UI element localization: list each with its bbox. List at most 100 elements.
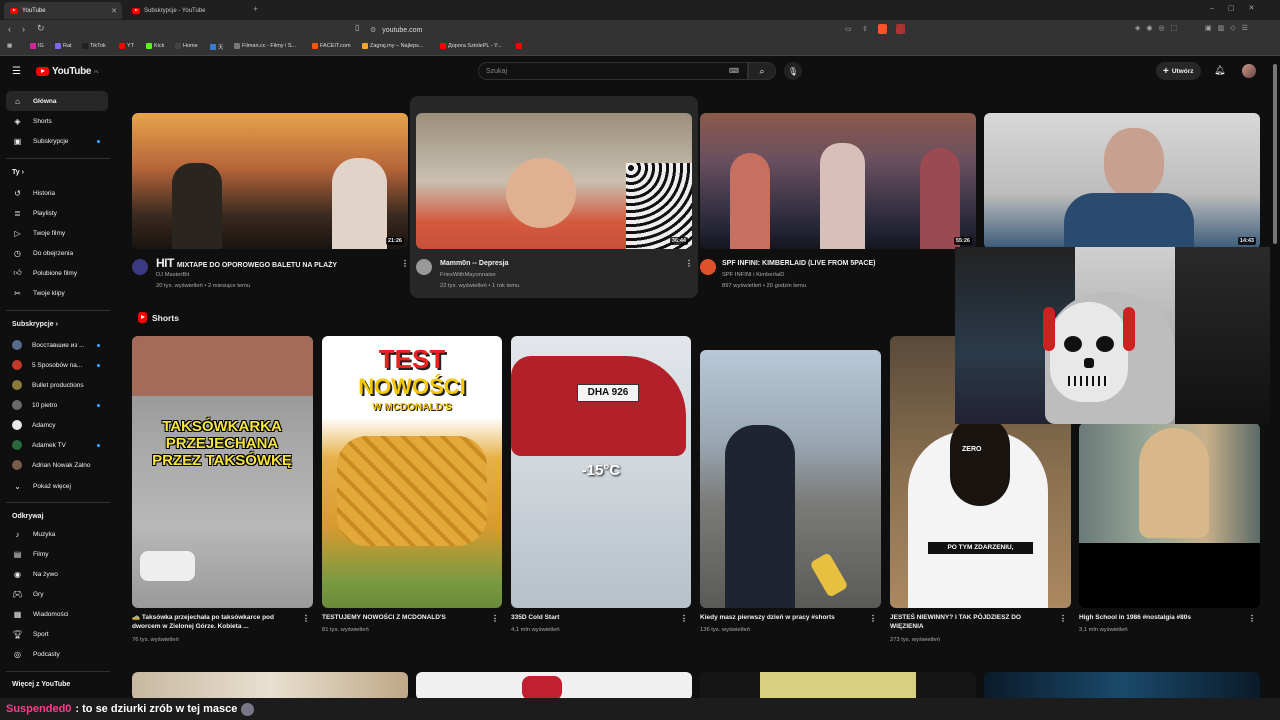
video-title[interactable]: SPF INFINI: KIMBERLAID (LIVE FROM 5PACE): [722, 259, 962, 268]
window-controls-icon[interactable]: –▢✕: [1210, 4, 1268, 12]
keyboard-icon[interactable]: ⌨: [729, 67, 739, 75]
sidebar-sub-channel[interactable]: Adamek TV: [6, 435, 108, 455]
video-title[interactable]: Mamm0n -- Depresja: [440, 259, 680, 268]
video-thumbnail[interactable]: [132, 672, 408, 700]
more-actions-icon[interactable]: ⋮: [685, 259, 693, 268]
close-icon[interactable]: ✕: [111, 7, 117, 15]
more-actions-icon[interactable]: ⋮: [302, 614, 310, 623]
sidebar-item-shorts[interactable]: ◈ Shorts: [6, 111, 108, 131]
sidebar-item-subscriptions[interactable]: ▣ Subskrypcje: [6, 131, 108, 151]
short-thumbnail[interactable]: [700, 350, 881, 608]
video-thumbnail[interactable]: 21:26: [132, 113, 408, 249]
extensions-icon[interactable]: ◈◉◎⬚: [1135, 24, 1183, 32]
sidebar-item-sport[interactable]: 🏆︎ Sport: [6, 624, 108, 644]
video-thumbnail[interactable]: 36:44: [416, 113, 692, 249]
short-thumbnail[interactable]: TAKSÓWKARKA PRZEJECHANA PRZEZ TAKSÓWKĘ: [132, 336, 313, 608]
sidebar-item-clips[interactable]: ✂ Twoje klipy: [6, 283, 108, 303]
sidebar-item-your-videos[interactable]: ▷ Twoje filmy: [6, 223, 108, 243]
short-title[interactable]: TESTUJEMY NOWOŚCI Z MCDONALD'S: [322, 613, 482, 622]
menu-icon[interactable]: ☰: [12, 66, 21, 77]
sidebar-item-podcasts[interactable]: ◎ Podcasty: [6, 644, 108, 664]
more-actions-icon[interactable]: ⋮: [1248, 614, 1256, 623]
bookmark-faceit[interactable]: FACEIT.com: [312, 43, 351, 49]
sidebar-sub-channel[interactable]: Восставшие из ...: [6, 335, 108, 355]
toolbar-icons[interactable]: ▣▥◇☰: [1205, 24, 1254, 32]
bookmark-kick[interactable]: Kick: [146, 43, 164, 49]
url-field[interactable]: ⚙ youtube.com: [370, 23, 910, 37]
sidebar-item-history[interactable]: ↺ Historia: [6, 183, 108, 203]
new-tab-icon[interactable]: +: [253, 4, 258, 14]
bookmark-doroga[interactable]: Дорога SztolePL - Y...: [440, 43, 502, 49]
video-thumbnail[interactable]: 55:26: [700, 113, 976, 249]
channel-name[interactable]: FriesWithMayonnaise: [440, 271, 496, 279]
sidebar-item-news[interactable]: ▦ Wiadomości: [6, 604, 108, 624]
short-title[interactable]: 🚕 Taksówka przejechała po taksówkarce po…: [132, 613, 287, 631]
tab-youtube[interactable]: YouTube ✕: [4, 2, 122, 19]
sidebar-sub-channel[interactable]: 10 pietro: [6, 395, 108, 415]
reload-icon[interactable]: ↻: [37, 23, 45, 34]
channel-name[interactable]: SPF INFINI i KimberlaiD: [722, 271, 785, 279]
sidebar-sub-channel[interactable]: 5 Sposobów na...: [6, 355, 108, 375]
bookmark-yt-2[interactable]: [516, 43, 522, 49]
video-thumbnail[interactable]: [700, 672, 976, 700]
channel-avatar[interactable]: [416, 259, 432, 275]
short-thumbnail[interactable]: [1079, 423, 1260, 608]
sidebar-sub-channel[interactable]: Adrian Nowak Zalno: [6, 455, 108, 475]
short-thumbnail[interactable]: TEST NOWOŚCI W MCDONALD'S: [322, 336, 502, 608]
search-button[interactable]: ⌕: [748, 62, 776, 80]
apps-icon[interactable]: ▦: [7, 43, 12, 49]
short-title[interactable]: Kiedy masz pierwszy dzień w pracy #short…: [700, 613, 860, 622]
voice-search-button[interactable]: 🎙︎: [784, 62, 802, 80]
channel-name[interactable]: DJ MasterBit: [156, 271, 189, 279]
forward-icon[interactable]: ›: [22, 24, 25, 34]
search-input[interactable]: Szukaj ⌨: [478, 62, 748, 80]
share-icon[interactable]: ⇪: [862, 25, 868, 33]
more-actions-icon[interactable]: ⋮: [1059, 614, 1067, 623]
youtube-logo[interactable]: YouTube PL: [36, 66, 99, 77]
sidebar-item-music[interactable]: ♪ Muzyka: [6, 524, 108, 544]
brave-shield-icon[interactable]: [878, 24, 887, 34]
video-title[interactable]: HIT MIXTAPE DO OPOROWEGO BALETU NA PLAŻY: [156, 257, 396, 270]
sidebar-item-gaming[interactable]: 🎮︎ Gry: [6, 584, 108, 604]
more-actions-icon[interactable]: ⋮: [491, 614, 499, 623]
sidebar-item-home[interactable]: ⌂ Główna: [6, 91, 108, 111]
bookmark-home[interactable]: Home: [175, 43, 198, 49]
bookmark-rat[interactable]: Rat: [55, 43, 72, 49]
bookmark-zagraj[interactable]: Zagraj.my – Najleps...: [362, 43, 424, 49]
tab-subscriptions[interactable]: Subskrypcje - YouTube: [126, 2, 248, 19]
account-avatar[interactable]: [1242, 64, 1256, 78]
cast-icon[interactable]: ▭: [845, 25, 852, 33]
more-actions-icon[interactable]: ⋮: [680, 614, 688, 623]
short-title[interactable]: 335D Cold Start: [511, 613, 671, 622]
channel-avatar[interactable]: [132, 259, 148, 275]
sidebar-sub-channel[interactable]: Bullet productions: [6, 375, 108, 395]
bookmark-icon[interactable]: ▯: [355, 23, 359, 32]
video-thumbnail[interactable]: [984, 672, 1260, 700]
subscriptions-section-header[interactable]: Subskrypcje ›: [12, 321, 58, 328]
short-title[interactable]: JESTEŚ NIEWINNY? I TAK PÓJDZIESZ DO WIĘZ…: [890, 613, 1055, 631]
bookmark-tiktok[interactable]: TikTok: [82, 43, 106, 49]
you-section-header[interactable]: Ty ›: [12, 169, 24, 176]
sidebar-item-live[interactable]: ◉ Na żywo: [6, 564, 108, 584]
show-more-button[interactable]: ⌄ Pokaż więcej: [6, 476, 108, 496]
sidebar-sub-channel[interactable]: Adamcy: [6, 415, 108, 435]
sidebar-item-liked[interactable]: 👍︎ Polubione filmy: [6, 263, 108, 283]
bookmark-tian[interactable]: 天: [210, 43, 224, 51]
bookmark-ig[interactable]: IG: [30, 43, 44, 49]
notifications-bell-icon[interactable]: 🔔︎: [1214, 65, 1225, 76]
sidebar-item-watch-later[interactable]: ◷ Do obejrzenia: [6, 243, 108, 263]
site-info-icon[interactable]: ⚙: [370, 26, 376, 34]
page-scrollbar[interactable]: [1273, 64, 1277, 244]
create-button[interactable]: + Utwórz: [1156, 62, 1201, 80]
more-actions-icon[interactable]: ⋮: [869, 614, 877, 623]
sidebar-item-playlists[interactable]: ≣ Playlisty: [6, 203, 108, 223]
bookmark-yt[interactable]: YT: [119, 43, 134, 49]
short-title[interactable]: High School in 1986 #nostalgia #80s: [1079, 613, 1239, 622]
more-actions-icon[interactable]: ⋮: [401, 259, 409, 268]
video-thumbnail[interactable]: 14:43: [984, 113, 1260, 249]
video-thumbnail[interactable]: [416, 672, 692, 700]
rewards-icon[interactable]: [896, 24, 905, 34]
short-thumbnail[interactable]: DHA 926 -15°C: [511, 336, 691, 608]
back-icon[interactable]: ‹: [8, 24, 11, 34]
sidebar-item-movies[interactable]: ▤ Filmy: [6, 544, 108, 564]
